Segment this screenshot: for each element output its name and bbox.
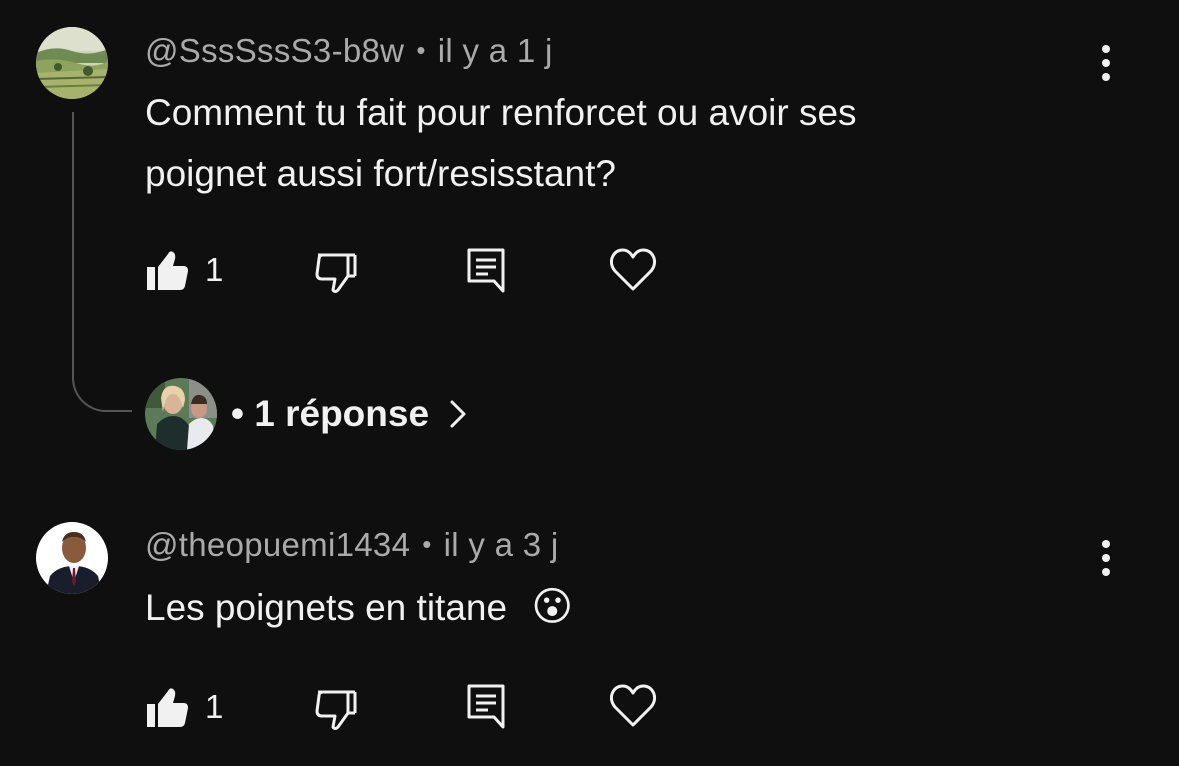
comment-text: Les poignets en titane 😮 (145, 577, 1045, 638)
heart-button[interactable] (609, 247, 657, 293)
more-vertical-icon (1102, 540, 1110, 576)
comment-text-line: Les poignets en titane (145, 587, 508, 628)
reply-button[interactable] (466, 248, 506, 293)
comment-meta: @SssSssS3-b8w • il y a 1 j (145, 32, 553, 70)
comment-time: il y a 1 j (437, 32, 553, 69)
view-replies-button[interactable]: • 1 réponse (145, 378, 467, 450)
comment-meta: @theopuemi1434 • il y a 3 j (145, 526, 559, 564)
like-button[interactable]: 1 (145, 248, 223, 292)
thumb-down-icon (315, 690, 357, 730)
dislike-button[interactable] (314, 687, 358, 731)
replies-count: • 1 réponse (231, 393, 429, 435)
thumb-down-icon (315, 253, 357, 293)
comment-time: il y a 3 j (443, 526, 559, 563)
heart-icon (609, 248, 657, 291)
more-options-button[interactable] (1086, 39, 1126, 87)
thumb-up-icon (147, 688, 188, 727)
like-count: 1 (205, 688, 224, 725)
more-options-button[interactable] (1086, 534, 1126, 582)
comment-text-line: poignet aussi fort/resisstant? (145, 153, 616, 194)
reply-button[interactable] (466, 684, 506, 729)
emoji-hushed-icon: 😮 (531, 585, 574, 629)
comment-author[interactable]: @SssSssS3-b8w (145, 32, 404, 69)
heart-button[interactable] (609, 683, 657, 729)
thumb-up-icon (147, 251, 188, 290)
chevron-right-icon (450, 400, 466, 428)
comment-text-line: Comment tu fait pour renforcet ou avoir … (145, 92, 857, 133)
dislike-button[interactable] (314, 250, 358, 294)
reply-avatar (145, 378, 217, 450)
heart-icon (609, 684, 657, 727)
comment-icon (467, 684, 505, 729)
like-button[interactable]: 1 (145, 685, 223, 729)
comment-author[interactable]: @theopuemi1434 (145, 526, 410, 563)
meta-separator: • (422, 529, 432, 559)
meta-separator: • (416, 35, 426, 65)
comment-text: Comment tu fait pour renforcet ou avoir … (145, 82, 1045, 204)
replies-label: 1 réponse (254, 393, 430, 434)
comment-icon (467, 248, 505, 293)
thread-line (72, 112, 132, 412)
like-count: 1 (205, 251, 224, 288)
avatar[interactable] (36, 27, 108, 99)
more-vertical-icon (1102, 45, 1110, 81)
replies-dot: • (231, 393, 244, 434)
avatar[interactable] (36, 522, 108, 594)
